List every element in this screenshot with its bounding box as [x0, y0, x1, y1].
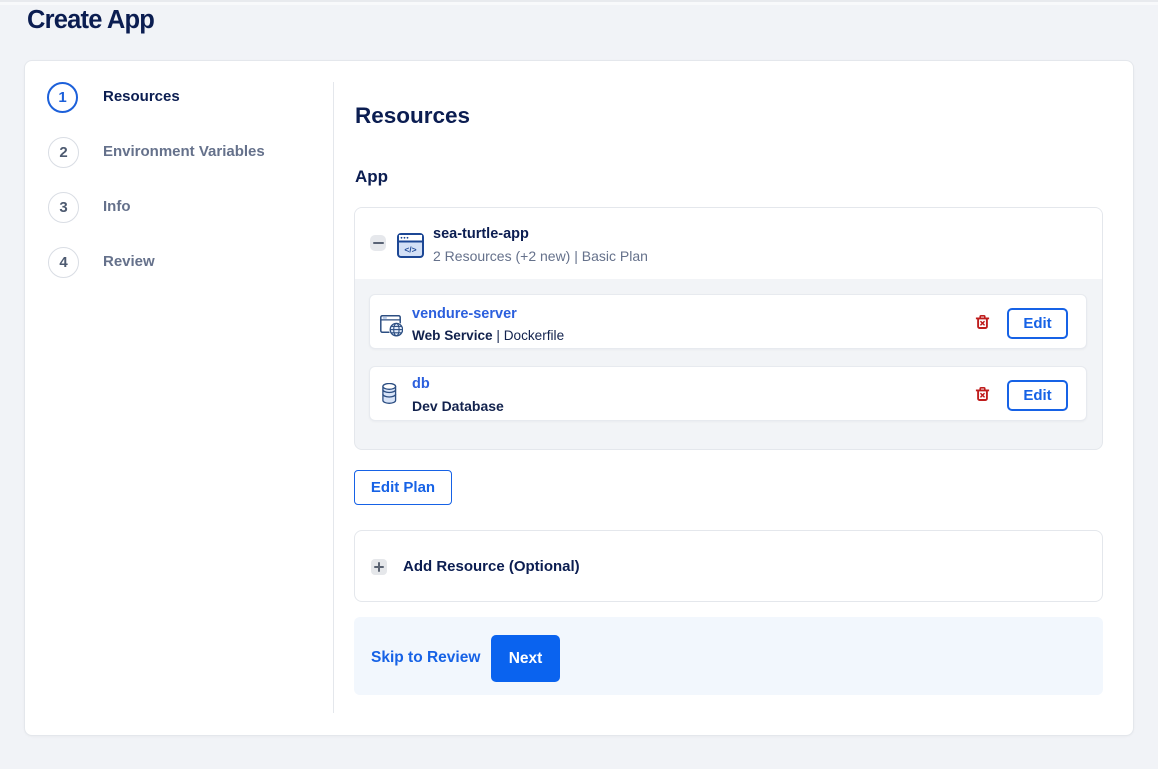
svg-text:</>: </>: [404, 245, 416, 255]
